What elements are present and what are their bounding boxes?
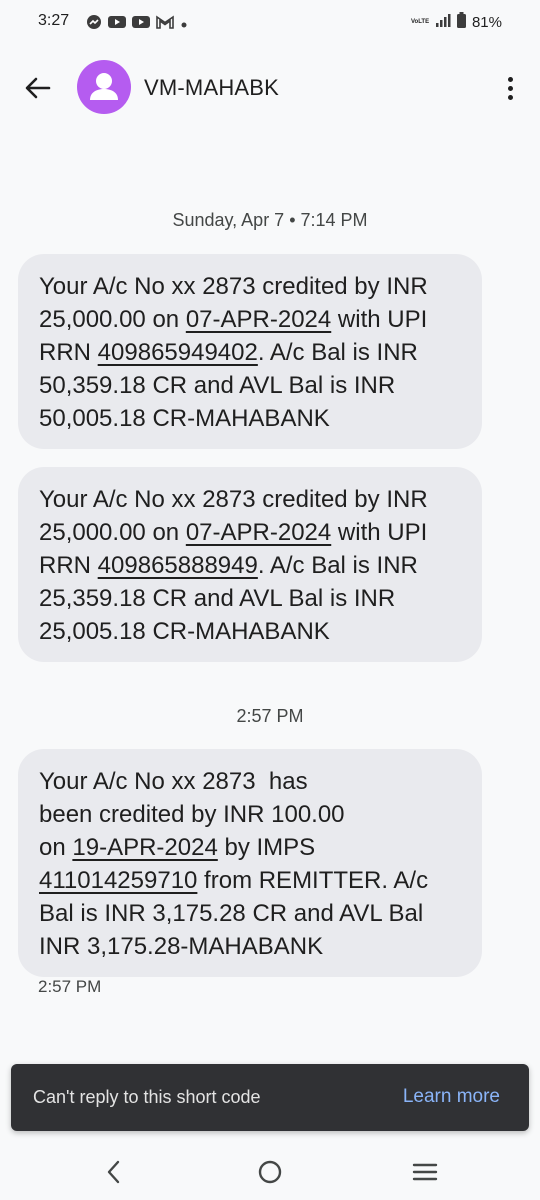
notification-icons [86,14,188,35]
gmail-icon [156,15,174,34]
message-line: Your A/c No xx 2873 has [39,768,308,795]
more-vert-icon-dot [507,85,513,91]
dot-icon [180,16,188,34]
message-line: INR 3,175.28-MAHABANK [39,933,324,960]
date-link[interactable]: 07-APR-2024 [186,519,331,546]
messenger-icon [86,14,102,35]
message-timestamp: 2:57 PM [38,977,102,996]
message-bubble[interactable]: Your A/c No xx 2873 credited by INR 25,0… [18,254,482,449]
snackbar: Can't reply to this short code Learn mor… [11,1064,529,1131]
recents-icon [412,1163,438,1181]
battery-percent: 81% [471,13,502,31]
contact-avatar[interactable] [77,60,131,114]
nav-home-button[interactable] [254,1156,286,1188]
contact-name[interactable]: VM-MAHABK [144,75,279,101]
message-line: been credited by INR 100.00 [39,801,345,828]
reference-number-link[interactable]: 409865949402 [98,339,258,366]
message-line: Bal is INR 3,175.28 CR and AVL Bal [39,900,424,927]
message-text: on [39,834,73,861]
volte-icon: VoLTE [410,18,430,25]
back-button[interactable] [22,72,54,104]
nav-back-button[interactable] [98,1156,130,1188]
message-line: on 19-APR-2024 by IMPS [39,831,462,864]
message-line: 411014259710 from REMITTER. A/c [39,864,462,897]
date-link[interactable]: 19-APR-2024 [72,834,217,861]
youtube-icon [132,15,150,34]
arrow-back-icon [25,77,51,99]
more-options-button[interactable] [500,72,520,104]
person-icon [90,73,118,100]
battery-icon [456,12,466,32]
date-link[interactable]: 07-APR-2024 [186,306,331,333]
reference-number-link[interactable]: 411014259710 [39,867,197,894]
message-text: from REMITTER. A/c [197,867,429,894]
signal-icon [435,13,451,31]
learn-more-button[interactable]: Learn more [403,1086,500,1108]
more-vert-icon [507,76,513,82]
status-bar: 3:27 VoLTE 81% [0,0,540,44]
more-vert-icon-dot [507,94,513,100]
home-icon [258,1160,282,1184]
date-separator: Sunday, Apr 7 • 7:14 PM [172,210,368,230]
message-text: by IMPS [217,834,316,861]
message-bubble[interactable]: Your A/c No xx 2873 credited by INR 25,0… [18,467,482,662]
navigation-bar [0,1142,540,1200]
back-icon [107,1160,120,1184]
snackbar-message: Can't reply to this short code [33,1087,261,1107]
youtube-icon [108,15,126,34]
nav-recents-button[interactable] [409,1156,441,1188]
status-time: 3:27 [38,12,70,29]
app-bar: VM-MAHABK [0,56,540,120]
time-separator: 2:57 PM [236,706,304,726]
system-icons: VoLTE 81% [411,12,502,32]
message-bubble[interactable]: Your A/c No xx 2873 has been credited by… [18,749,482,977]
reference-number-link[interactable]: 409865888949 [98,552,258,579]
